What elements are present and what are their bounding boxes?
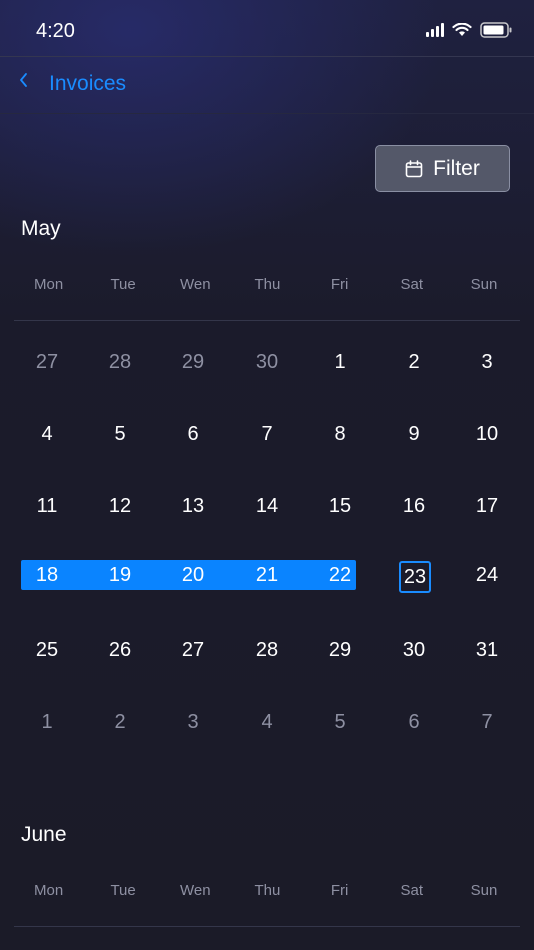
calendar-day[interactable]: 29	[318, 632, 362, 668]
calendar-week: 4 5 6 7 8 9 10	[10, 398, 524, 470]
calendar-day-selected[interactable]: 19	[98, 560, 142, 590]
calendar-day[interactable]: 5	[98, 416, 142, 452]
month-title-june: June	[21, 823, 67, 846]
calendar-day[interactable]: 28	[245, 632, 289, 668]
calendar-week: 18 19 20 21 22 23 24	[10, 542, 524, 614]
calendar-day[interactable]: 8	[318, 416, 362, 452]
weekday-header-may: Mon Tue Wen Thu Fri Sat Sun	[14, 276, 520, 321]
calendar-day[interactable]: 1	[318, 344, 362, 380]
weekday-sat: Sat	[400, 882, 424, 899]
back-button[interactable]: Invoices	[49, 72, 126, 96]
weekday-fri: Fri	[330, 882, 349, 899]
calendar-day[interactable]: 16	[392, 488, 436, 524]
calendar-day[interactable]: 10	[465, 416, 509, 452]
filter-label: Filter	[433, 156, 480, 180]
weekday-tue: Tue	[110, 276, 136, 293]
navigation-bar: Invoices	[0, 57, 534, 114]
weekday-fri: Fri	[330, 276, 349, 293]
calendar-day-selected[interactable]: 18	[25, 560, 69, 590]
filter-button[interactable]: Filter	[375, 145, 510, 192]
calendar-day[interactable]: 2	[98, 704, 142, 740]
weekday-thu: Thu	[254, 882, 281, 899]
calendar-day[interactable]: 9	[392, 416, 436, 452]
wifi-icon	[452, 23, 472, 36]
calendar-week: 1 2 3 4 5 6 7	[10, 686, 524, 758]
status-bar: 4:20	[0, 0, 534, 57]
weekday-thu: Thu	[254, 276, 281, 293]
calendar-day[interactable]: 31	[465, 632, 509, 668]
calendar-day[interactable]: 30	[245, 344, 289, 380]
calendar-day[interactable]: 4	[245, 704, 289, 740]
calendar-day[interactable]: 15	[318, 488, 362, 524]
weekday-wen: Wen	[179, 276, 211, 293]
calendar-day[interactable]: 27	[171, 632, 215, 668]
calendar-day[interactable]: 2	[392, 344, 436, 380]
weekday-wen: Wen	[179, 882, 211, 899]
calendar-day[interactable]: 30	[392, 632, 436, 668]
calendar-day[interactable]: 29	[171, 344, 215, 380]
calendar-grid-may: 27 28 29 30 1 2 3 4 5 6 7 8 9 10 11 12 1…	[10, 326, 524, 758]
calendar-day-selected[interactable]: 20	[171, 560, 215, 590]
weekday-mon: Mon	[34, 882, 64, 899]
calendar-day[interactable]: 6	[171, 416, 215, 452]
battery-icon	[480, 22, 512, 38]
calendar-day[interactable]: 24	[465, 557, 509, 593]
weekday-sun: Sun	[470, 882, 498, 899]
calendar-day[interactable]: 3	[171, 704, 215, 740]
calendar-icon	[405, 159, 423, 177]
calendar-day[interactable]: 1	[25, 704, 69, 740]
calendar-day[interactable]: 14	[245, 488, 289, 524]
status-icons	[426, 22, 512, 38]
calendar-day[interactable]: 26	[98, 632, 142, 668]
calendar-day[interactable]: 25	[25, 632, 69, 668]
weekday-tue: Tue	[110, 882, 136, 899]
calendar-day[interactable]: 28	[98, 344, 142, 380]
calendar-day[interactable]: 6	[392, 704, 436, 740]
calendar-week: 11 12 13 14 15 16 17	[10, 470, 524, 542]
calendar-day[interactable]: 17	[465, 488, 509, 524]
calendar-day[interactable]: 11	[25, 488, 69, 524]
weekday-mon: Mon	[34, 276, 64, 293]
calendar-day[interactable]: 27	[25, 344, 69, 380]
weekday-sun: Sun	[470, 276, 498, 293]
weekday-sat: Sat	[400, 276, 424, 293]
month-title-may: May	[21, 217, 61, 240]
calendar-day-selected[interactable]: 22	[318, 560, 362, 590]
cellular-signal-icon	[426, 23, 444, 37]
calendar-week: 27 28 29 30 1 2 3	[10, 326, 524, 398]
chevron-left-icon[interactable]	[18, 71, 28, 94]
weekday-header-june: Mon Tue Wen Thu Fri Sat Sun	[14, 882, 520, 927]
calendar-day[interactable]: 7	[465, 704, 509, 740]
calendar-week: 25 26 27 28 29 30 31	[10, 614, 524, 686]
calendar-day-today[interactable]: 23	[399, 561, 431, 593]
calendar-day[interactable]: 5	[318, 704, 362, 740]
status-time: 4:20	[36, 20, 75, 42]
calendar-day[interactable]: 13	[171, 488, 215, 524]
calendar-day[interactable]: 3	[465, 344, 509, 380]
calendar-day[interactable]: 12	[98, 488, 142, 524]
calendar-day[interactable]: 4	[25, 416, 69, 452]
calendar-day[interactable]: 7	[245, 416, 289, 452]
calendar-day-selected[interactable]: 21	[245, 560, 289, 590]
